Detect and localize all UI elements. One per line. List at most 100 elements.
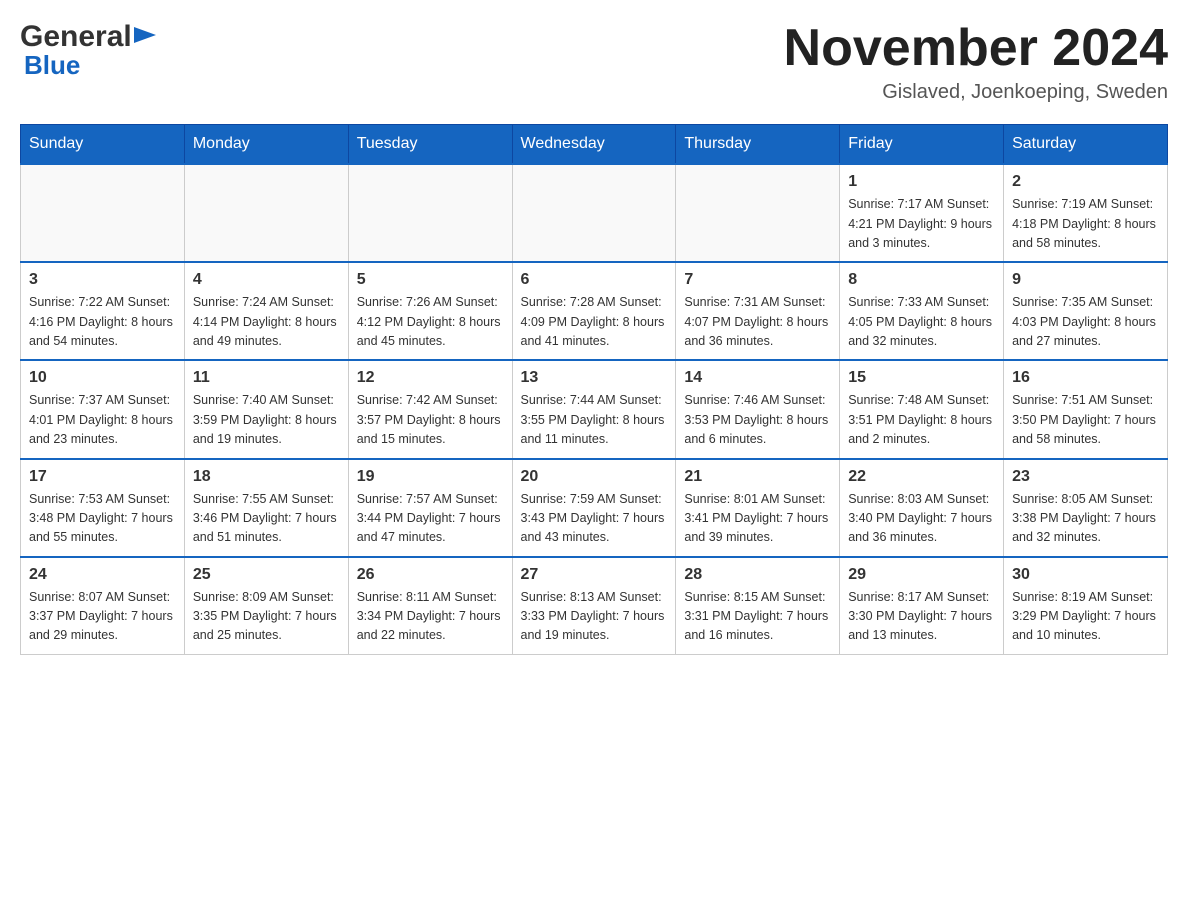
day-number: 23 <box>1012 468 1159 486</box>
day-info: Sunrise: 7:31 AM Sunset: 4:07 PM Dayligh… <box>684 293 831 351</box>
calendar-day-cell: 6 Sunrise: 7:28 AM Sunset: 4:09 PM Daylig… <box>512 262 676 360</box>
day-number: 9 <box>1012 271 1159 289</box>
calendar-day-header: Tuesday <box>348 125 512 165</box>
calendar-table: SundayMondayTuesdayWednesdayThursdayFrid… <box>20 124 1168 655</box>
day-info: Sunrise: 7:59 AM Sunset: 3:43 PM Dayligh… <box>521 490 668 548</box>
month-title: November 2024 <box>784 20 1168 77</box>
calendar-day-header: Sunday <box>21 125 185 165</box>
day-info: Sunrise: 7:55 AM Sunset: 3:46 PM Dayligh… <box>193 490 340 548</box>
day-info: Sunrise: 7:46 AM Sunset: 3:53 PM Dayligh… <box>684 391 831 449</box>
day-info: Sunrise: 7:24 AM Sunset: 4:14 PM Dayligh… <box>193 293 340 351</box>
calendar-day-cell <box>348 164 512 262</box>
day-number: 18 <box>193 468 340 486</box>
day-info: Sunrise: 7:57 AM Sunset: 3:44 PM Dayligh… <box>357 490 504 548</box>
calendar-day-cell: 23Sunrise: 8:05 AM Sunset: 3:38 PM Dayli… <box>1004 459 1168 557</box>
day-info: Sunrise: 7:19 AM Sunset: 4:18 PM Dayligh… <box>1012 195 1159 253</box>
calendar-header-row: SundayMondayTuesdayWednesdayThursdayFrid… <box>21 125 1168 165</box>
page-header: General Blue November 2024 Gislaved, Joe… <box>20 20 1168 104</box>
day-number: 8 <box>848 271 995 289</box>
day-info: Sunrise: 7:26 AM Sunset: 4:12 PM Dayligh… <box>357 293 504 351</box>
logo: General Blue <box>20 20 156 81</box>
day-info: Sunrise: 8:09 AM Sunset: 3:35 PM Dayligh… <box>193 588 340 646</box>
calendar-day-cell: 27 Sunrise: 8:13 AM Sunset: 3:33 PM Dayli… <box>512 557 676 655</box>
day-info: Sunrise: 7:28 AM Sunset: 4:09 PM Dayligh… <box>521 293 668 351</box>
day-number: 26 <box>357 566 504 584</box>
day-info: Sunrise: 7:44 AM Sunset: 3:55 PM Dayligh… <box>521 391 668 449</box>
day-number: 12 <box>357 369 504 387</box>
day-info: Sunrise: 7:42 AM Sunset: 3:57 PM Dayligh… <box>357 391 504 449</box>
calendar-day-cell: 21 Sunrise: 8:01 AM Sunset: 3:41 PM Dayli… <box>676 459 840 557</box>
day-info: Sunrise: 7:35 AM Sunset: 4:03 PM Dayligh… <box>1012 293 1159 351</box>
day-number: 22 <box>848 468 995 486</box>
day-number: 29 <box>848 566 995 584</box>
day-info: Sunrise: 7:17 AM Sunset: 4:21 PM Dayligh… <box>848 195 995 253</box>
day-number: 15 <box>848 369 995 387</box>
logo-general: General <box>20 20 132 54</box>
calendar-day-cell: 7 Sunrise: 7:31 AM Sunset: 4:07 PM Daylig… <box>676 262 840 360</box>
calendar-day-cell <box>21 164 185 262</box>
calendar-day-cell: 5 Sunrise: 7:26 AM Sunset: 4:12 PM Daylig… <box>348 262 512 360</box>
calendar-day-cell: 13 Sunrise: 7:44 AM Sunset: 3:55 PM Dayli… <box>512 360 676 458</box>
calendar-day-cell: 12 Sunrise: 7:42 AM Sunset: 3:57 PM Dayli… <box>348 360 512 458</box>
day-info: Sunrise: 7:33 AM Sunset: 4:05 PM Dayligh… <box>848 293 995 351</box>
calendar-day-cell: 4Sunrise: 7:24 AM Sunset: 4:14 PM Daylig… <box>184 262 348 360</box>
calendar-day-cell: 24Sunrise: 8:07 AM Sunset: 3:37 PM Dayli… <box>21 557 185 655</box>
day-info: Sunrise: 8:01 AM Sunset: 3:41 PM Dayligh… <box>684 490 831 548</box>
day-info: Sunrise: 8:11 AM Sunset: 3:34 PM Dayligh… <box>357 588 504 646</box>
day-info: Sunrise: 7:48 AM Sunset: 3:51 PM Dayligh… <box>848 391 995 449</box>
calendar-day-cell: 18 Sunrise: 7:55 AM Sunset: 3:46 PM Dayli… <box>184 459 348 557</box>
day-info: Sunrise: 8:15 AM Sunset: 3:31 PM Dayligh… <box>684 588 831 646</box>
calendar-day-cell: 16 Sunrise: 7:51 AM Sunset: 3:50 PM Dayli… <box>1004 360 1168 458</box>
calendar-day-cell: 14 Sunrise: 7:46 AM Sunset: 3:53 PM Dayli… <box>676 360 840 458</box>
day-number: 28 <box>684 566 831 584</box>
day-number: 25 <box>193 566 340 584</box>
day-info: Sunrise: 7:53 AM Sunset: 3:48 PM Dayligh… <box>29 490 176 548</box>
day-number: 16 <box>1012 369 1159 387</box>
day-number: 7 <box>684 271 831 289</box>
calendar-day-cell: 15 Sunrise: 7:48 AM Sunset: 3:51 PM Dayli… <box>840 360 1004 458</box>
day-info: Sunrise: 7:51 AM Sunset: 3:50 PM Dayligh… <box>1012 391 1159 449</box>
day-info: Sunrise: 7:40 AM Sunset: 3:59 PM Dayligh… <box>193 391 340 449</box>
calendar-day-cell: 10Sunrise: 7:37 AM Sunset: 4:01 PM Dayli… <box>21 360 185 458</box>
calendar-day-header: Thursday <box>676 125 840 165</box>
location-text: Gislaved, Joenkoeping, Sweden <box>784 81 1168 104</box>
day-number: 3 <box>29 271 176 289</box>
day-number: 20 <box>521 468 668 486</box>
day-info: Sunrise: 8:07 AM Sunset: 3:37 PM Dayligh… <box>29 588 176 646</box>
calendar-day-cell: 26 Sunrise: 8:11 AM Sunset: 3:34 PM Dayli… <box>348 557 512 655</box>
day-number: 11 <box>193 369 340 387</box>
calendar-day-cell: 30Sunrise: 8:19 AM Sunset: 3:29 PM Dayli… <box>1004 557 1168 655</box>
calendar-day-cell <box>184 164 348 262</box>
day-number: 6 <box>521 271 668 289</box>
calendar-day-cell: 29 Sunrise: 8:17 AM Sunset: 3:30 PM Dayli… <box>840 557 1004 655</box>
day-number: 27 <box>521 566 668 584</box>
day-info: Sunrise: 8:17 AM Sunset: 3:30 PM Dayligh… <box>848 588 995 646</box>
logo-blue-text: Blue <box>24 50 80 81</box>
calendar-day-cell: 25 Sunrise: 8:09 AM Sunset: 3:35 PM Dayli… <box>184 557 348 655</box>
day-number: 19 <box>357 468 504 486</box>
day-number: 14 <box>684 369 831 387</box>
day-number: 10 <box>29 369 176 387</box>
calendar-day-cell: 20 Sunrise: 7:59 AM Sunset: 3:43 PM Dayli… <box>512 459 676 557</box>
calendar-day-cell: 2Sunrise: 7:19 AM Sunset: 4:18 PM Daylig… <box>1004 164 1168 262</box>
calendar-day-header: Wednesday <box>512 125 676 165</box>
day-number: 1 <box>848 173 995 191</box>
calendar-week-row: 10Sunrise: 7:37 AM Sunset: 4:01 PM Dayli… <box>21 360 1168 458</box>
day-info: Sunrise: 8:13 AM Sunset: 3:33 PM Dayligh… <box>521 588 668 646</box>
calendar-week-row: 17 Sunrise: 7:53 AM Sunset: 3:48 PM Dayli… <box>21 459 1168 557</box>
calendar-day-cell: 11 Sunrise: 7:40 AM Sunset: 3:59 PM Dayli… <box>184 360 348 458</box>
calendar-day-header: Saturday <box>1004 125 1168 165</box>
calendar-day-cell: 17 Sunrise: 7:53 AM Sunset: 3:48 PM Dayli… <box>21 459 185 557</box>
calendar-week-row: 24Sunrise: 8:07 AM Sunset: 3:37 PM Dayli… <box>21 557 1168 655</box>
day-number: 21 <box>684 468 831 486</box>
day-number: 5 <box>357 271 504 289</box>
calendar-day-cell: 3Sunrise: 7:22 AM Sunset: 4:16 PM Daylig… <box>21 262 185 360</box>
title-section: November 2024 Gislaved, Joenkoeping, Swe… <box>784 20 1168 104</box>
calendar-day-cell: 28 Sunrise: 8:15 AM Sunset: 3:31 PM Dayli… <box>676 557 840 655</box>
day-number: 30 <box>1012 566 1159 584</box>
calendar-day-cell <box>512 164 676 262</box>
day-number: 17 <box>29 468 176 486</box>
calendar-week-row: 1 Sunrise: 7:17 AM Sunset: 4:21 PM Daylig… <box>21 164 1168 262</box>
day-number: 13 <box>521 369 668 387</box>
calendar-day-header: Friday <box>840 125 1004 165</box>
